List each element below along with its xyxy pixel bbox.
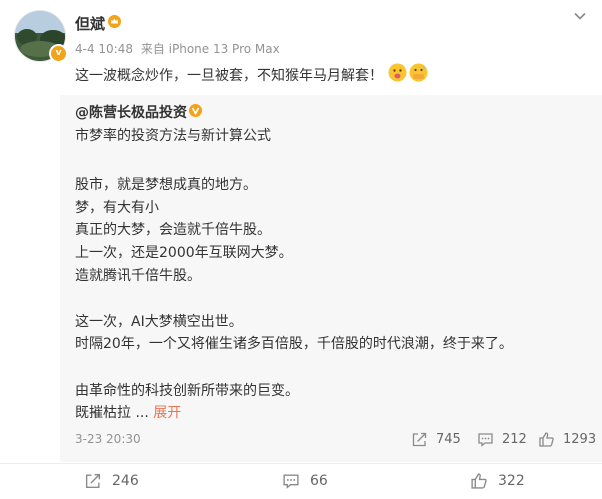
repost-date[interactable]: 3-23 20:30 [75,432,141,446]
post-text: 这一波概念炒作，一旦被套，不知猴年马月解套！ [75,68,383,84]
share-icon [411,431,428,448]
comment-count: 212 [502,432,527,447]
comment-button[interactable]: 66 [282,472,328,490]
repost-line: 这一次，AI大梦横空出世。 [75,314,243,330]
divider [0,463,602,464]
repost-author[interactable]: @陈营长极品投资 [75,102,187,122]
verified-badge-icon: v [49,44,68,63]
thumbs-up-icon [538,431,555,448]
comment-icon [477,431,494,448]
repost-line: 既摧枯拉 [75,405,131,421]
sweat-hands-emoji [409,63,428,82]
comment-icon [282,472,300,490]
like-count: 1293 [563,432,597,447]
post-source: 来自 iPhone 13 Pro Max [140,42,280,56]
footer-like-count: 322 [498,473,525,489]
repost-line: 造就腾讯千倍牛股。 [75,268,201,284]
tongue-face-emoji [388,63,407,82]
expand-link[interactable]: 展开 [153,405,181,421]
repost-button[interactable]: 246 [84,472,139,490]
repost-line: 梦，有大有小 [75,200,159,216]
repost-line: 上一次，还是2000年互联网大梦。 [75,245,293,261]
chevron-down-icon[interactable] [572,8,588,24]
repost-line: 由革命性的科技创新所带来的巨变。 [75,383,299,399]
ellipsis: ... [131,405,154,421]
post-meta: 4-4 10:48 来自 iPhone 13 Pro Max [75,40,284,57]
repost-repost-button[interactable]: 745 [411,431,461,448]
author-name[interactable]: 但斌 [75,13,105,34]
thumbs-up-icon [470,472,488,490]
verified-badge-icon [189,104,202,117]
repost-comment-button[interactable]: 212 [477,431,527,448]
footer-repost-count: 246 [112,473,139,489]
like-button[interactable]: 322 [470,472,525,490]
post-date[interactable]: 4-4 10:48 [75,42,133,56]
crown-icon [108,15,121,28]
repost-count: 745 [436,432,461,447]
repost-like-button[interactable]: 1293 [538,431,596,448]
footer-comment-count: 66 [310,473,328,489]
repost-line: 股市，就是梦想成真的地方。 [75,177,257,193]
share-icon [84,472,102,490]
repost-line: 时隔20年，一个又将催生诸多百倍股，千倍股的时代浪潮，终于来了。 [75,336,513,352]
repost-last-line: 既摧枯拉 ... 展开 [75,402,181,422]
repost-line: 市梦率的投资方法与新计算公式 [75,128,271,144]
repost-line: 真正的大梦，会造就千倍牛股。 [75,222,271,238]
